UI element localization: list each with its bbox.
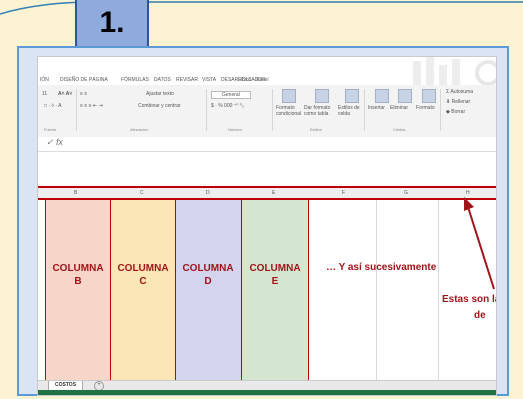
column-header-g[interactable]: G [404, 190, 408, 196]
column-divider [110, 200, 111, 380]
group-label-celdas: Celdas [393, 127, 406, 132]
column-d-label-line1: COLUMNA [182, 263, 234, 274]
column-c-label-line2: C [139, 276, 147, 287]
column-d-label-line2: D [204, 276, 212, 287]
delete-button[interactable]: Eliminar [390, 105, 408, 111]
annotation-note-line2: de [474, 310, 486, 321]
autosum-label: Autosuma [450, 89, 473, 95]
format-table-icon[interactable] [315, 89, 329, 103]
fill-button[interactable]: ⬇ Rellenar [446, 99, 470, 105]
column-b-fill [45, 200, 110, 380]
format-button[interactable]: Formato [416, 105, 435, 111]
border-icon[interactable]: □ · ◊ · A [44, 103, 61, 109]
sheet-blank-area [38, 152, 496, 184]
etc-text: … Y así sucesivamente [326, 262, 437, 273]
column-e-label-line2: E [271, 276, 279, 287]
column-header-c[interactable]: C [140, 190, 144, 196]
currency-icon[interactable]: $ · % 000 ⁺⁰ ⁰₀ [211, 103, 244, 109]
wrap-text-button[interactable]: Ajustar texto [146, 91, 174, 97]
group-label-fuente: Fuente [44, 127, 57, 132]
clear-label: Borrar [451, 109, 466, 115]
excel-screenshot: Libro1 - Excel IÓN DISEÑO DE PÁGINA FÓRM… [37, 56, 497, 396]
ribbon: 11 A˄ A˅ □ · ◊ · A ≡ ≡ Ajustar texto ≡ ≡… [38, 85, 496, 138]
clear-button[interactable]: ◆ Borrar [446, 109, 465, 115]
column-c-label: COLUMNA C [110, 262, 176, 288]
column-header-b[interactable]: B [74, 190, 77, 196]
tab-datos[interactable]: DATOS [154, 77, 171, 83]
column-header-f[interactable]: F [342, 190, 345, 196]
tab-vista[interactable]: VISTA [202, 77, 216, 83]
column-b-label-line1: COLUMNA [52, 263, 104, 274]
column-divider [175, 200, 176, 380]
tab-desarrollador[interactable]: DESARROLLADOR [221, 77, 266, 83]
annotation-note: Estas son la de [442, 292, 497, 324]
ribbon-tabs: Libro1 - Excel IÓN DISEÑO DE PÁGINA FÓRM… [38, 57, 496, 86]
column-divider [241, 200, 242, 380]
group-label-estilos: Estilos [310, 127, 322, 132]
column-divider [45, 200, 46, 380]
formula-bar[interactable]: ✓ fx [38, 137, 496, 152]
column-e-label-line1: COLUMNA [249, 263, 301, 274]
gridline [376, 200, 377, 380]
font-size-box[interactable]: 11 [42, 91, 47, 97]
group-label-alineacion: Alineación [130, 127, 149, 132]
ribbon-separator [206, 89, 207, 131]
column-d-fill [175, 200, 241, 380]
delete-cells-icon[interactable] [398, 89, 412, 103]
column-b-label-line2: B [74, 276, 82, 287]
format-table-button[interactable]: Dar formato como tabla [304, 105, 334, 117]
column-header-h[interactable]: H [466, 190, 470, 196]
merge-center-button[interactable]: Combinar y centrar [138, 103, 181, 109]
group-label-numero: Número [228, 127, 243, 132]
cell-styles-button[interactable]: Estilos de celda [338, 105, 360, 117]
insert-cells-icon[interactable] [375, 89, 389, 103]
autosum-button[interactable]: Σ Autosuma [446, 89, 473, 95]
ribbon-separator [364, 89, 365, 131]
conditional-format-button[interactable]: Formato condicional [276, 105, 301, 117]
column-header-e[interactable]: E [272, 190, 275, 196]
status-bar [38, 390, 496, 395]
conditional-format-icon[interactable] [282, 89, 296, 103]
tab-formulas[interactable]: FÓRMULAS [121, 77, 149, 83]
annotation-note-line1: Estas son la [442, 294, 497, 305]
column-d-label: COLUMNA D [175, 262, 241, 288]
font-grow-icon[interactable]: A˄ A˅ [58, 91, 72, 97]
align-top-icon[interactable]: ≡ ≡ [80, 91, 87, 97]
column-header-d[interactable]: D [206, 190, 210, 196]
column-headers: B C D E F G H [38, 186, 496, 200]
column-e-fill [241, 200, 308, 380]
format-cells-icon[interactable] [422, 89, 436, 103]
annotation-arrow-icon [464, 197, 495, 290]
gridline [438, 200, 439, 380]
ribbon-separator [76, 89, 77, 131]
tab-diseno-pagina[interactable]: DISEÑO DE PÁGINA [60, 77, 108, 83]
tab-revisar[interactable]: REVISAR [176, 77, 198, 83]
fx-label: fx [56, 137, 64, 147]
fill-label: Rellenar [451, 99, 471, 105]
tab-inicio[interactable]: IÓN [40, 77, 49, 83]
number-format-select[interactable]: General [211, 91, 251, 99]
worksheet-grid[interactable]: COLUMNA B COLUMNA C COLUMNA D COLUMNA E … [38, 200, 497, 380]
column-c-fill [110, 200, 175, 380]
cell-styles-icon[interactable] [345, 89, 359, 103]
column-c-label-line1: COLUMNA [117, 263, 169, 274]
align-center-icon[interactable]: ≡ ≡ ≡ ⇤ ⇥ [80, 103, 103, 109]
fx-icon[interactable]: ✓ fx [46, 137, 63, 148]
column-b-label: COLUMNA B [45, 262, 111, 288]
column-e-label: COLUMNA E [242, 262, 308, 288]
insert-button[interactable]: Insertar [368, 105, 385, 111]
ribbon-separator [440, 89, 441, 131]
column-divider [308, 200, 309, 380]
step-badge: 1. [75, 0, 149, 48]
ribbon-separator [272, 89, 273, 131]
